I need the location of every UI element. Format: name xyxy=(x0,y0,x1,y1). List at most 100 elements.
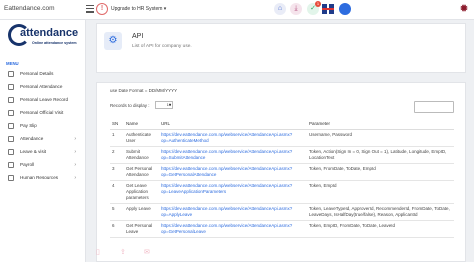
cell-param: Token, LeaveTypeId, ApproverId, Recommen… xyxy=(307,203,454,221)
upgrade-alert-icon[interactable]: ! xyxy=(96,3,108,15)
home-icon[interactable]: ⌂ xyxy=(274,3,286,15)
date-format-note: use Date Format = DD/MM/YYYY xyxy=(110,88,178,93)
table-row: 6 Get Personal Leave https://dev.eattend… xyxy=(110,220,454,238)
column-header[interactable]: URL xyxy=(159,119,307,130)
main-content: ⚙ API List of API for company use. use D… xyxy=(96,20,466,262)
cell-name: Authenticate User xyxy=(124,129,159,147)
chevron-right-icon: › xyxy=(74,136,76,142)
document-icon[interactable]: ▯ xyxy=(96,248,104,258)
calendar-icon xyxy=(8,84,14,90)
sidebar-item-label: Pay Slip xyxy=(20,123,37,128)
brand-name[interactable]: Eattendance.com xyxy=(4,5,55,12)
logo-tagline: Online attendance system xyxy=(32,41,77,45)
table-row: 4 Get Leave Application parameters https… xyxy=(110,180,454,204)
cell-sn: 2 xyxy=(110,146,124,164)
app-root: Eattendance.com ! Upgrade to HR System ▾… xyxy=(0,0,474,262)
mail-icon[interactable]: ✉ xyxy=(144,248,152,258)
sidebar-item-human-resources[interactable]: Human Resources › xyxy=(4,173,84,183)
chevron-down-icon: ▾ xyxy=(169,103,171,107)
table-row: 5 Apply Leave https://dev.eattendance.co… xyxy=(110,203,454,221)
cell-url-link[interactable]: https://dev.eattendance.com.np/webservic… xyxy=(159,220,307,238)
cell-name: Get Personal Leave xyxy=(124,220,159,238)
cell-param: Token, EmpID, FromDate, ToDate, LeaveId xyxy=(307,220,454,238)
api-card: use Date Format = DD/MM/YYYY Records to … xyxy=(96,82,466,262)
download-icon[interactable]: ⤓ xyxy=(290,3,302,15)
cell-url-link[interactable]: https://dev.eattendance.com.np/webservic… xyxy=(159,203,307,221)
column-header[interactable]: Name xyxy=(124,119,159,130)
sidebar-item-personal-details[interactable]: Personal Details xyxy=(4,69,84,79)
cell-url-link[interactable]: https://dev.eattendance.com.np/webservic… xyxy=(159,163,307,181)
briefcase-icon xyxy=(8,110,14,116)
hamburger-menu-icon[interactable] xyxy=(86,5,94,14)
sidebar-item-personal-official-visit[interactable]: Personal Official Visit xyxy=(4,108,84,118)
sidebar-item-attendance[interactable]: Attendance › xyxy=(4,134,84,144)
cell-param: Token, Action(Sign In = 0, Sign Out = 1)… xyxy=(307,146,454,164)
sidebar-item-label: Leave & visit xyxy=(20,149,47,154)
sidebar-item-label: Human Resources xyxy=(20,175,59,180)
upgrade-dropdown[interactable]: Upgrade to HR System ▾ xyxy=(111,6,166,12)
cell-url-link[interactable]: https://dev.eattendance.com.np/webservic… xyxy=(159,146,307,164)
cell-sn: 3 xyxy=(110,163,124,181)
upgrade-label: Upgrade to HR System xyxy=(111,6,163,12)
cell-url-link[interactable]: https://dev.eattendance.com.np/webservic… xyxy=(159,180,307,204)
cell-sn: 1 xyxy=(110,129,124,147)
records-label: Records to display : xyxy=(110,103,150,108)
payroll-icon xyxy=(8,162,14,168)
page-title: API xyxy=(132,33,144,40)
settings-icon: ⚙ xyxy=(104,32,122,50)
cell-name: Submit Attendance xyxy=(124,146,159,164)
sidebar-item-label: Personal Attendance xyxy=(20,84,63,89)
leave-icon xyxy=(8,149,14,155)
sidebar-item-label: Attendance xyxy=(20,136,44,141)
table-row: 1 Authenticate User https://dev.eattenda… xyxy=(110,129,454,147)
table-row: 2 Submit Attendance https://dev.eattenda… xyxy=(110,146,454,164)
cell-name: Apply Leave xyxy=(124,203,159,221)
people-icon xyxy=(8,175,14,181)
sidebar-item-label: Personal Details xyxy=(20,71,54,76)
sidebar-item-payroll[interactable]: Payroll › xyxy=(4,160,84,170)
chevron-right-icon: › xyxy=(74,149,76,155)
column-header[interactable]: SN xyxy=(110,119,124,130)
table-header-row: SN Name URL Parameter xyxy=(110,119,454,130)
top-bar: Eattendance.com ! Upgrade to HR System ▾… xyxy=(0,0,474,20)
search-input[interactable] xyxy=(414,101,454,113)
menu-title: MENU xyxy=(6,61,19,66)
logo-word: attendance xyxy=(20,27,79,39)
cell-param: Token, FromDate, ToDate, EmpId xyxy=(307,163,454,181)
clock-icon xyxy=(8,136,14,142)
cell-sn: 5 xyxy=(110,203,124,221)
sidebar-item-personal-leave-record[interactable]: Personal Leave Record xyxy=(4,95,84,105)
cell-sn: 6 xyxy=(110,220,124,238)
notification-badge: 1 xyxy=(315,1,321,7)
chevron-right-icon: › xyxy=(74,162,76,168)
share-icon[interactable]: ⇪ xyxy=(120,248,128,258)
check-icon[interactable]: ✓ 1 xyxy=(307,1,321,15)
page-subtitle: List of API for company use. xyxy=(132,44,192,49)
column-header[interactable]: Parameter xyxy=(307,119,454,130)
sidebar-item-pay-slip[interactable]: Pay Slip xyxy=(4,121,84,131)
logo: attendance Online attendance system xyxy=(8,24,86,52)
records-select[interactable]: 10 ▾ xyxy=(155,101,173,109)
sidebar-item-leave-visit[interactable]: Leave & visit › xyxy=(4,147,84,157)
uk-flag-icon[interactable] xyxy=(322,4,334,14)
sidebar: attendance Online attendance system MENU… xyxy=(0,20,86,262)
chevron-right-icon: › xyxy=(74,175,76,181)
table-row: 3 Get Personal Attendance https://dev.ea… xyxy=(110,163,454,181)
sidebar-item-personal-attendance[interactable]: Personal Attendance xyxy=(4,82,84,92)
profile-circle-icon[interactable] xyxy=(339,3,351,15)
gear-icon[interactable]: ✹ xyxy=(458,3,470,15)
sidebar-item-label: Personal Leave Record xyxy=(20,97,69,102)
api-table: SN Name URL Parameter 1 Authenticate Use… xyxy=(110,119,454,238)
cell-sn: 4 xyxy=(110,180,124,204)
cell-name: Get Leave Application parameters xyxy=(124,180,159,204)
document-icon xyxy=(8,97,14,103)
cell-param: Username, Password xyxy=(307,129,454,147)
cell-name: Get Personal Attendance xyxy=(124,163,159,181)
sidebar-item-label: Personal Official Visit xyxy=(20,110,64,115)
sidebar-item-label: Payroll xyxy=(20,162,35,167)
user-icon xyxy=(8,71,14,77)
cell-param: Token, EmpId xyxy=(307,180,454,204)
cell-url-link[interactable]: https://dev.eattendance.com.np/webservic… xyxy=(159,129,307,147)
page-header: ⚙ API List of API for company use. xyxy=(96,23,466,73)
receipt-icon xyxy=(8,123,14,129)
